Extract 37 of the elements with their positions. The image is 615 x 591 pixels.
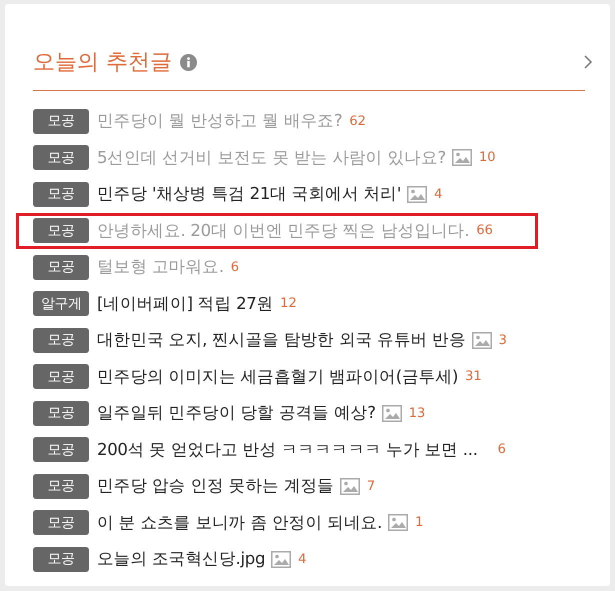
category-tag: 모공: [33, 546, 89, 572]
post-title-link[interactable]: 일주일뒤 민주당이 당할 공격들 예상?: [97, 402, 376, 424]
chevron-right-icon[interactable]: [583, 55, 593, 69]
comment-count: 6: [498, 442, 506, 458]
category-tag: 모공: [33, 182, 89, 207]
comment-count: 13: [408, 406, 426, 421]
comment-count: 10: [478, 150, 496, 166]
comment-count: 7: [366, 478, 376, 494]
post-title-link[interactable]: 대한민국 오지, 찐시골을 탐방한 외국 유튜버 반응: [97, 329, 466, 352]
post-title-link[interactable]: 민주당 압승 인정 못하는 계정들: [97, 475, 334, 498]
category-tag: 모공: [33, 437, 89, 462]
post-title-link[interactable]: 오늘의 조국혁신당.jpg: [97, 548, 266, 570]
category-tag: 모공: [33, 510, 89, 536]
category-tag: 모공: [33, 400, 89, 426]
comment-count: 31: [465, 369, 482, 384]
post-title-link[interactable]: [네이버페이] 적립 27원: [97, 292, 274, 315]
category-tag: 모공: [33, 254, 89, 280]
info-icon[interactable]: [180, 54, 197, 70]
category-tag: 모공: [33, 474, 89, 499]
post-title-link[interactable]: 민주당의 이미지는 세금흡혈기 뱀파이어(금투세): [97, 366, 458, 388]
category-tag: 모공: [33, 364, 89, 390]
comment-count: 12: [280, 296, 297, 312]
post-title-link[interactable]: 민주당 '채상병 특검 21대 국회에서 처리': [97, 183, 402, 206]
category-tag: 모공: [33, 108, 89, 134]
post-title-link[interactable]: 이 분 쇼츠를 보니까 좀 안정이 되네요.: [97, 512, 382, 534]
comment-count: 3: [498, 332, 507, 348]
category-tag: 모공: [33, 145, 89, 170]
category-tag: 알구게: [33, 291, 89, 316]
post-title-link[interactable]: 200석 못 얻었다고 반성 ㅋㅋㅋㅋㅋㅋ 누가 보면 ...: [97, 438, 478, 461]
comment-count: 6: [230, 260, 240, 275]
comment-count: 1: [415, 515, 424, 530]
comment-count: 4: [434, 186, 442, 202]
comment-count: 62: [349, 114, 366, 129]
comment-count: 4: [298, 552, 306, 567]
category-tag: 모공: [33, 218, 89, 244]
comment-count: 66: [476, 223, 493, 238]
category-tag: 모공: [33, 328, 89, 353]
